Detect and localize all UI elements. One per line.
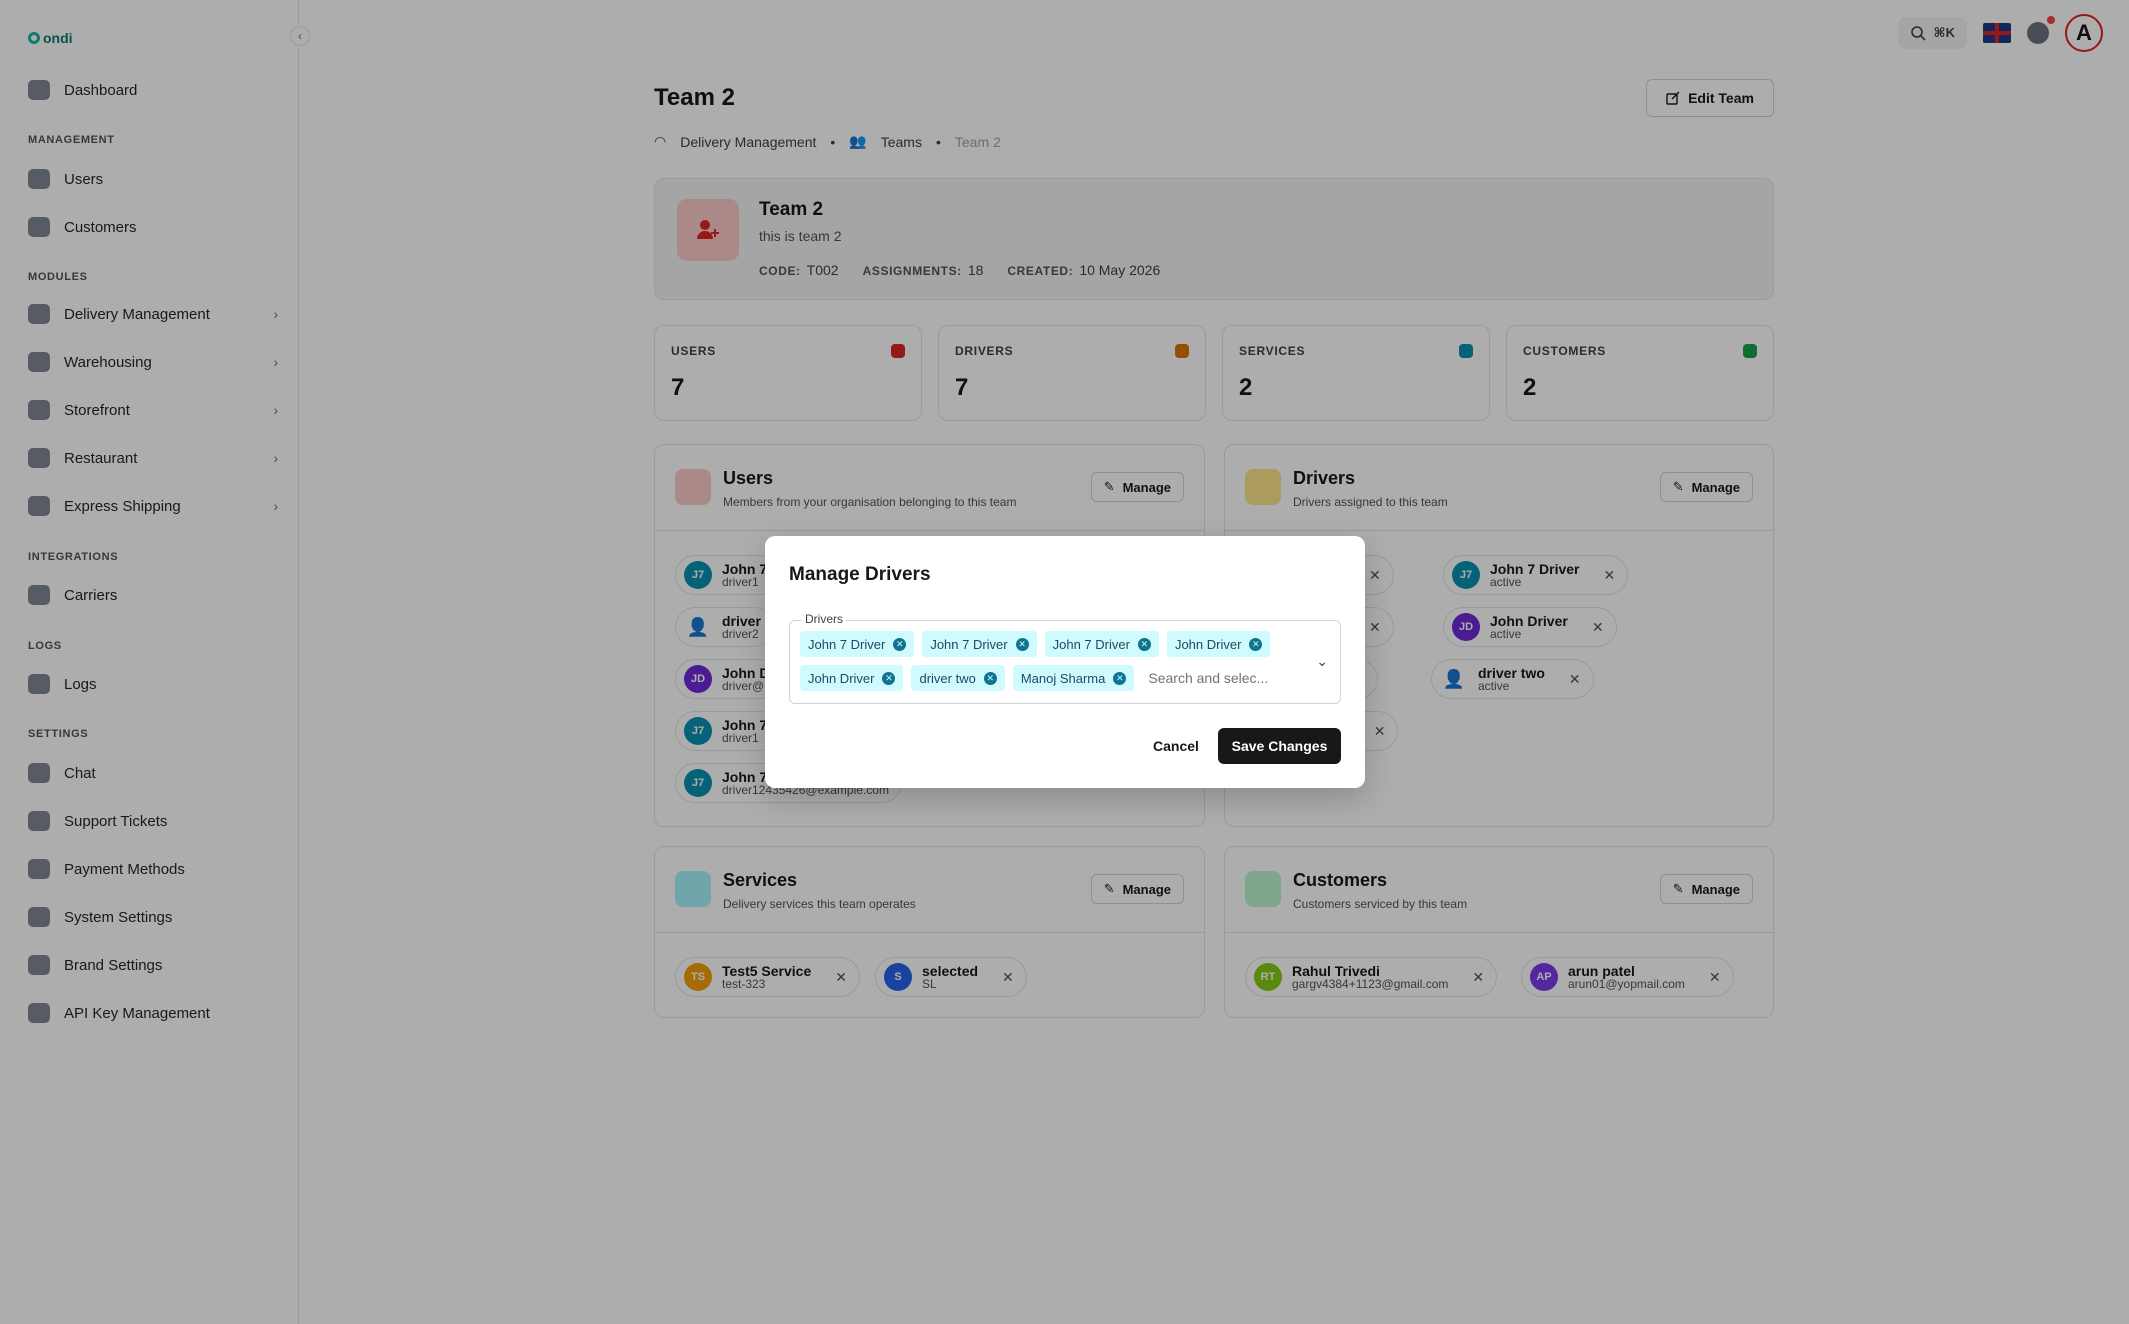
cancel-button[interactable]: Cancel <box>1139 728 1213 764</box>
selected-tag: driver two ✕ <box>911 665 1005 691</box>
remove-tag-icon[interactable]: ✕ <box>1249 637 1263 651</box>
tag-label: John 7 Driver <box>930 636 1008 652</box>
remove-tag-icon[interactable]: ✕ <box>983 671 997 685</box>
remove-tag-icon[interactable]: ✕ <box>1015 637 1029 651</box>
selected-tag: Manoj Sharma ✕ <box>1012 665 1135 691</box>
save-changes-button[interactable]: Save Changes <box>1218 728 1341 764</box>
remove-tag-icon[interactable]: ✕ <box>1137 637 1151 651</box>
selected-tags: John 7 Driver ✕ John 7 Driver ✕ John 7 Dri… <box>800 631 1280 691</box>
selected-tag: John Driver ✕ <box>800 665 904 691</box>
dialog-title: Manage Drivers <box>789 564 931 585</box>
manage-drivers-dialog: Manage Drivers Drivers John 7 Driver ✕ Jo… <box>765 536 1365 788</box>
selected-tag: John Driver ✕ <box>1166 631 1271 657</box>
remove-tag-icon[interactable]: ✕ <box>882 671 896 685</box>
tag-label: John 7 Driver <box>1052 636 1130 652</box>
drivers-multiselect[interactable]: Drivers John 7 Driver ✕ John 7 Driver ✕ Jo… <box>789 612 1341 704</box>
tag-label: John 7 Driver <box>808 636 886 652</box>
tag-label: John Driver <box>1174 636 1242 652</box>
chevron-down-icon[interactable]: ⌄ <box>1316 653 1328 670</box>
selected-tag: John 7 Driver ✕ <box>800 631 915 657</box>
tag-label: John Driver <box>808 670 875 686</box>
field-label: Drivers <box>802 612 846 626</box>
search-input[interactable]: Search and selec... <box>1142 665 1268 691</box>
remove-tag-icon[interactable]: ✕ <box>1113 671 1127 685</box>
tag-label: Manoj Sharma <box>1020 670 1106 686</box>
selected-tag: John 7 Driver ✕ <box>922 631 1037 657</box>
remove-tag-icon[interactable]: ✕ <box>893 637 907 651</box>
tag-label: driver two <box>919 670 976 686</box>
selected-tag: John 7 Driver ✕ <box>1044 631 1159 657</box>
